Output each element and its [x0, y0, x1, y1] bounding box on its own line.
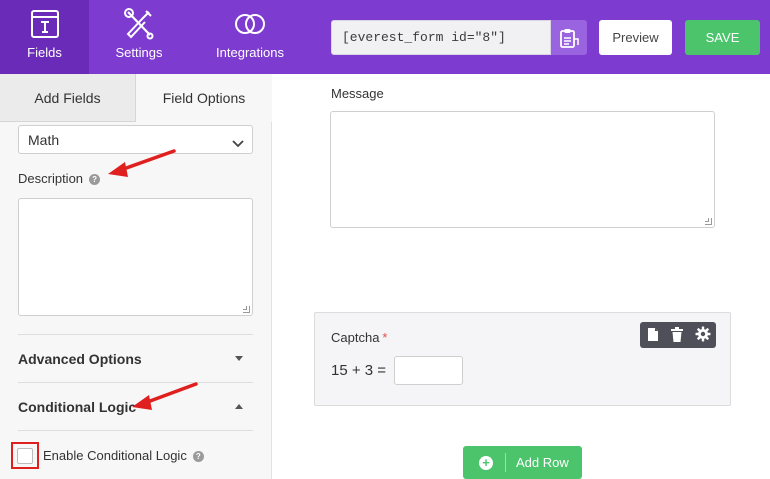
divider: [18, 334, 253, 335]
caret-down-icon[interactable]: [235, 356, 243, 361]
save-button[interactable]: SAVE: [685, 20, 760, 55]
conditional-logic-toggle[interactable]: Conditional Logic: [18, 399, 136, 415]
math-answer-input[interactable]: [394, 356, 463, 385]
captcha-label-text: Captcha: [331, 330, 380, 345]
fields-icon: [30, 8, 60, 43]
description-label: Description?: [18, 171, 101, 186]
nav-settings-label: Settings: [115, 45, 163, 60]
annotation-arrow-icon: [108, 149, 176, 177]
advanced-options-toggle[interactable]: Advanced Options: [18, 351, 142, 367]
nav-integrations-label: Integrations: [216, 45, 284, 60]
nav-integrations[interactable]: Integrations: [189, 0, 311, 74]
description-textarea[interactable]: [18, 198, 253, 316]
shortcode-field[interactable]: [everest_form id="8"]: [331, 20, 551, 55]
message-textarea[interactable]: [330, 111, 715, 228]
chevron-down-icon: [232, 135, 244, 151]
divider: [18, 430, 253, 431]
caret-up-icon[interactable]: [235, 404, 243, 409]
captcha-field-label: Captcha *: [331, 330, 387, 345]
required-marker: *: [382, 330, 388, 345]
captcha-type-value: Math: [28, 132, 60, 148]
tab-add-fields[interactable]: Add Fields: [0, 74, 136, 122]
preview-button[interactable]: Preview: [599, 20, 672, 55]
button-separator: [505, 453, 506, 472]
add-row-button[interactable]: + Add Row: [463, 446, 582, 479]
integrations-rings-icon: [232, 8, 268, 43]
help-icon[interactable]: ?: [192, 451, 204, 462]
plus-circle-icon: +: [479, 456, 493, 470]
enable-conditional-logic-label: Enable Conditional Logic?: [43, 448, 204, 463]
tab-field-options[interactable]: Field Options: [136, 74, 272, 122]
message-field-label: Message: [331, 86, 384, 101]
annotation-arrow-icon: [132, 382, 198, 410]
copy-shortcode-button[interactable]: [551, 20, 587, 55]
settings-tools-icon: [122, 8, 156, 43]
nav-settings[interactable]: Settings: [89, 0, 189, 74]
field-actions-toolbar: [640, 322, 716, 348]
description-label-text: Description: [18, 171, 84, 186]
resize-handle-icon[interactable]: [705, 218, 712, 225]
help-icon[interactable]: ?: [89, 174, 101, 185]
resize-handle-icon[interactable]: [243, 306, 250, 313]
nav-fields-label: Fields: [27, 45, 62, 60]
trash-icon[interactable]: [671, 327, 683, 347]
add-row-label: Add Row: [516, 455, 569, 470]
enable-conditional-logic-checkbox[interactable]: [17, 448, 33, 464]
top-toolbar: Fields Settings Integrations [everest_fo…: [0, 0, 770, 74]
math-question: 15 + 3 =: [331, 362, 387, 379]
nav-fields[interactable]: Fields: [0, 0, 89, 74]
enable-conditional-logic-text: Enable Conditional Logic: [43, 448, 187, 463]
gear-icon[interactable]: [695, 326, 711, 347]
duplicate-icon[interactable]: [647, 327, 659, 347]
